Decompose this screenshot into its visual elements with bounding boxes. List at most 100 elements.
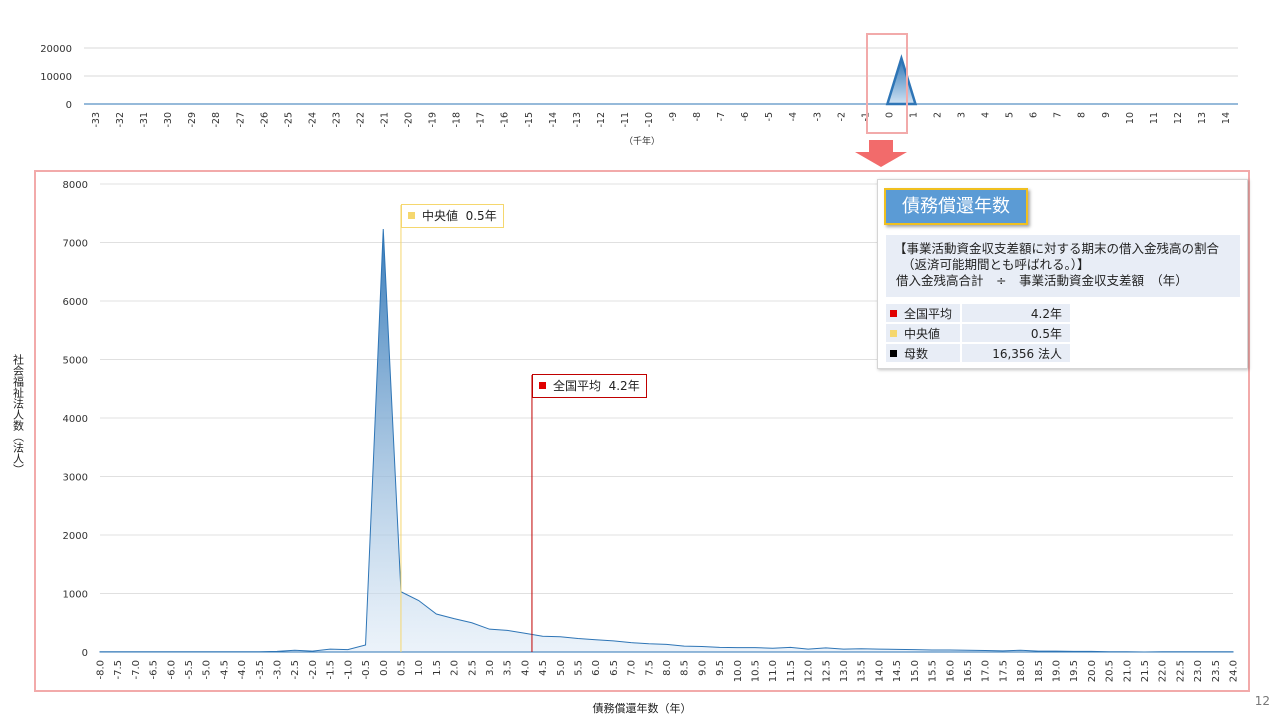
stat-label: 母数 <box>904 346 929 361</box>
main-x-tick-label: 12.5 <box>821 660 832 682</box>
main-x-tick-label: 0.5 <box>396 660 407 676</box>
info-title: 債務償還年数 <box>884 188 1028 225</box>
main-x-tick-label: 23.5 <box>1211 660 1222 682</box>
stat-value: 0.5年 <box>960 324 1070 342</box>
yellow-square-icon <box>890 329 897 337</box>
average-callout-label: 全国平均 <box>552 379 601 393</box>
main-x-tick-labels: -8.0 -7.5 -7.0 -6.5 -6.0 -5.5 -5.0 -4.5 -4.0 -3.5… <box>96 660 1240 682</box>
main-x-tick-label: 23.0 <box>1193 660 1204 682</box>
main-x-tick-label: 19.5 <box>1069 660 1080 682</box>
main-y-tick-label: 7000 <box>63 239 88 250</box>
stats-row-median: 中央値 0.5年 <box>886 324 1070 342</box>
median-callout-value: 0.5年 <box>465 209 497 223</box>
median-callout-label: 中央値 <box>421 209 458 223</box>
main-x-tick-label: -5.5 <box>184 660 195 680</box>
main-x-tick-label: 10.0 <box>733 660 744 682</box>
average-callout-value: 4.2年 <box>608 379 640 393</box>
main-x-tick-label: 2.5 <box>467 660 478 676</box>
main-x-tick-label: -7.0 <box>131 660 142 680</box>
main-y-tick-label: 4000 <box>63 414 88 425</box>
main-y-tick-label: 8000 <box>63 180 88 191</box>
main-x-tick-label: 21.0 <box>1122 660 1133 682</box>
stat-value: 4.2年 <box>960 304 1070 322</box>
main-x-tick-label: 13.0 <box>839 660 850 682</box>
main-x-tick-label: 5.0 <box>556 660 567 676</box>
info-desc-line-2: （返済可能期間とも呼ばれる。）】 <box>902 257 1090 272</box>
main-y-tick-label: 1000 <box>63 590 88 601</box>
main-x-tick-label: 17.0 <box>981 660 992 682</box>
main-y-tick-label: 0 <box>82 648 88 659</box>
main-x-tick-label: 0.0 <box>379 660 390 676</box>
main-x-tick-label: 24.0 <box>1229 660 1240 682</box>
main-y-tick-label: 2000 <box>63 531 88 542</box>
main-x-tick-label: 4.0 <box>520 660 531 676</box>
average-callout: 全国平均 4.2年 <box>531 374 647 398</box>
info-desc-line-1: 【事業活動資金収支差額に対する期末の借入金残高の割合 <box>894 241 1220 256</box>
main-x-tick-label: 2.0 <box>450 660 461 676</box>
main-x-tick-label: -5.0 <box>202 660 213 680</box>
main-x-tick-label: 17.5 <box>998 660 1009 682</box>
main-x-tick-label: 18.0 <box>1016 660 1027 682</box>
main-x-tick-label: 15.0 <box>910 660 921 682</box>
main-x-tick-label: -6.5 <box>149 660 160 680</box>
stats-table: 全国平均 4.2年 中央値 0.5年 母数 16,356 法人 <box>886 302 1070 364</box>
main-x-tick-label: -3.5 <box>255 660 266 680</box>
main-x-tick-label: 6.0 <box>591 660 602 676</box>
main-x-tick-label: -2.0 <box>308 660 319 680</box>
main-x-tick-label: 6.5 <box>609 660 620 676</box>
main-x-tick-label: -0.5 <box>361 660 372 680</box>
main-x-tick-label: -4.0 <box>237 660 248 680</box>
main-x-tick-label: 7.0 <box>627 660 638 676</box>
main-x-tick-label: 14.0 <box>874 660 885 682</box>
main-x-tick-label: -7.5 <box>113 660 124 680</box>
median-callout: 中央値 0.5年 <box>400 204 504 228</box>
main-x-tick-label: 1.0 <box>414 660 425 676</box>
red-square-icon <box>890 309 897 317</box>
main-x-tick-label: 8.5 <box>680 660 691 676</box>
page-number: 12 <box>1254 694 1270 708</box>
info-desc-line-3: 借入金残高合計 ÷ 事業活動資金収支差額 （年） <box>896 273 1188 288</box>
main-x-tick-label: 16.5 <box>963 660 974 682</box>
main-x-tick-label: 3.0 <box>485 660 496 676</box>
main-x-tick-label: 8.0 <box>662 660 673 676</box>
main-y-tick-labels: 0 1000 2000 3000 4000 5000 6000 7000 8000 <box>63 180 88 659</box>
main-x-tick-label: 16.0 <box>945 660 956 682</box>
main-x-tick-label: -1.5 <box>326 660 337 680</box>
main-x-tick-label: 19.0 <box>1051 660 1062 682</box>
main-x-tick-label: 18.5 <box>1034 660 1045 682</box>
main-y-tick-label: 6000 <box>63 297 88 308</box>
main-x-tick-label: 11.0 <box>768 660 779 682</box>
main-x-tick-label: 22.5 <box>1175 660 1186 682</box>
main-x-tick-label: 4.5 <box>538 660 549 676</box>
stat-value: 16,356 法人 <box>960 344 1070 362</box>
main-x-tick-label: 20.0 <box>1087 660 1098 682</box>
main-y-tick-label: 3000 <box>63 473 88 484</box>
main-x-tick-label: -4.5 <box>219 660 230 680</box>
main-x-tick-label: 9.5 <box>715 660 726 676</box>
yellow-square-icon <box>407 212 415 219</box>
main-x-tick-label: 12.0 <box>804 660 815 682</box>
main-x-tick-label: -3.0 <box>273 660 284 680</box>
main-x-tick-label: 20.5 <box>1105 660 1116 682</box>
main-x-tick-label: 7.5 <box>644 660 655 676</box>
main-x-tick-label: 11.5 <box>786 660 797 682</box>
main-x-tick-label: 1.5 <box>432 660 443 676</box>
main-x-tick-label: 5.5 <box>573 660 584 676</box>
main-x-tick-label: 21.5 <box>1140 660 1151 682</box>
main-x-tick-label: -2.5 <box>290 660 301 680</box>
main-x-tick-label: -6.0 <box>166 660 177 680</box>
red-square-icon <box>538 382 546 389</box>
main-x-axis-title: 債務償還年数（年） <box>593 701 692 715</box>
main-x-tick-label: 14.5 <box>892 660 903 682</box>
main-y-axis-title: 社会福祉法人数（法人） <box>12 353 25 475</box>
main-x-tick-label: 13.5 <box>857 660 868 682</box>
main-x-tick-label: 22.0 <box>1158 660 1169 682</box>
main-x-tick-label: 3.5 <box>503 660 514 676</box>
stats-row-population: 母数 16,356 法人 <box>886 344 1070 362</box>
stat-label: 中央値 <box>904 326 941 341</box>
info-description: 【事業活動資金収支差額に対する期末の借入金残高の割合 （返済可能期間とも呼ばれる… <box>886 235 1240 297</box>
main-y-tick-label: 5000 <box>63 356 88 367</box>
main-x-tick-label: 15.5 <box>928 660 939 682</box>
main-x-tick-label: 10.5 <box>751 660 762 682</box>
main-x-tick-label: -1.0 <box>343 660 354 680</box>
